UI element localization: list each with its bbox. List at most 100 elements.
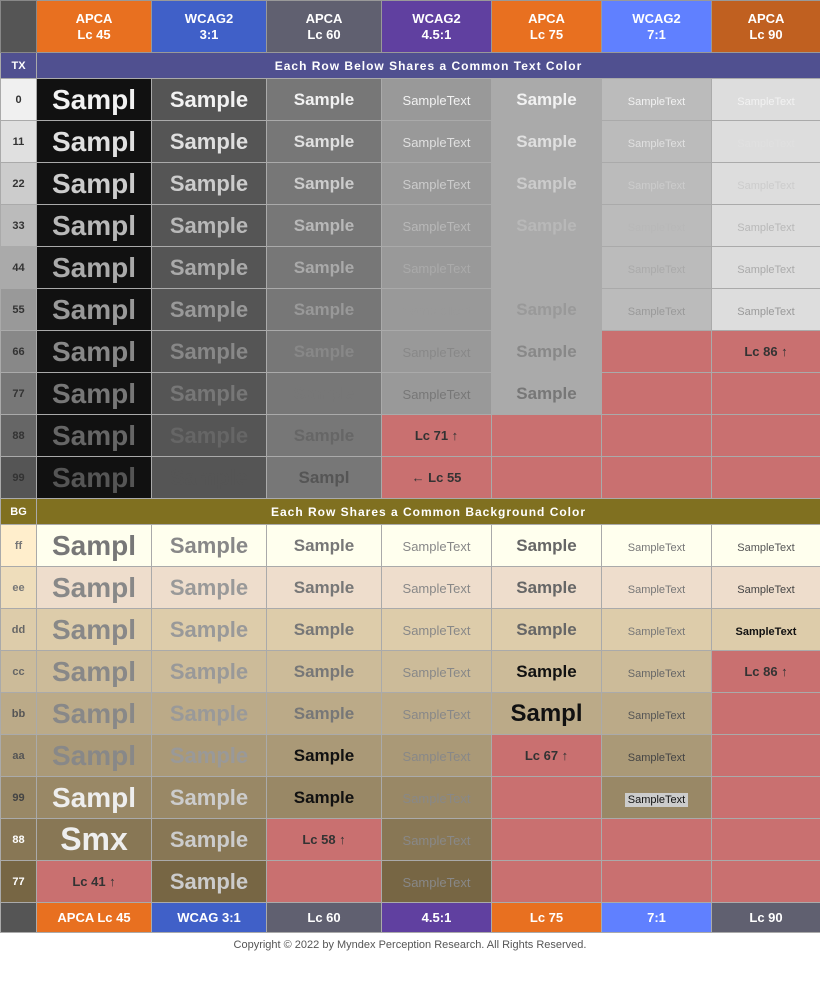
bg-bb-col5: Sampl (492, 693, 602, 735)
tx-55-col6: SampleText (602, 289, 712, 331)
tx-row-0-idx: 0 (1, 79, 37, 121)
tx-0-col5: Sample (492, 79, 602, 121)
tx-0-col4: SampleText (382, 79, 492, 121)
tx-33-col4: SampleText (382, 205, 492, 247)
bg-77-col2: Sample (152, 861, 267, 903)
tx-0-col7: SampleText (712, 79, 820, 121)
bg-ff-col1: Sampl (37, 525, 152, 567)
tx-row-44-idx: 44 (1, 247, 37, 289)
bg-ff-col3: Sample (267, 525, 382, 567)
tx-88-col4: Lc 71 ↑ (382, 415, 492, 457)
bg-bb-col6: SampleText (602, 693, 712, 735)
bg-99-col2: Sample (152, 777, 267, 819)
bg-row-bb-idx: bb (1, 693, 37, 735)
bg-row-cc-idx: cc (1, 651, 37, 693)
header-apca90: APCALc 90 (712, 1, 820, 53)
bg-row-aa-idx: aa (1, 735, 37, 777)
bg-ee-col4: SampleText (382, 567, 492, 609)
tx-33-col6: SampleText (602, 205, 712, 247)
bg-ee-col6: SampleText (602, 567, 712, 609)
tx-88-col6 (602, 415, 712, 457)
bg-aa-col5: Lc 67 ↑ (492, 735, 602, 777)
bg-bb-col2: Sample (152, 693, 267, 735)
tx-99-col5 (492, 457, 602, 499)
bg-77-col5 (492, 861, 602, 903)
bg-row-77-idx: 77 (1, 861, 37, 903)
bg-77-col4: SampleText (382, 861, 492, 903)
footer-71: 7:1 (602, 903, 712, 933)
tx-55-col1: Sampl (37, 289, 152, 331)
tx-77-col3: Sample (267, 373, 382, 415)
tx-55-col3: Sample (267, 289, 382, 331)
bg-99-col5 (492, 777, 602, 819)
bg-aa-col1: Sampl (37, 735, 152, 777)
bg-77-col6 (602, 861, 712, 903)
footer-lc60: Lc 60 (267, 903, 382, 933)
bg-ee-col2: Sample (152, 567, 267, 609)
tx-33-col3: Sample (267, 205, 382, 247)
tx-row-66-idx: 66 (1, 331, 37, 373)
bg-88-col3: Lc 58 ↑ (267, 819, 382, 861)
bg-99-col1: Sampl (37, 777, 152, 819)
bg-cc-col6: SampleText (602, 651, 712, 693)
copyright-text: Copyright © 2022 by Myndex Perception Re… (0, 933, 820, 955)
tx-77-col4: SampleText (382, 373, 492, 415)
bg-row-ff-idx: ff (1, 525, 37, 567)
footer-wcag31: WCAG 3:1 (152, 903, 267, 933)
bg-row-dd-idx: dd (1, 609, 37, 651)
bg-aa-col3: Sample (267, 735, 382, 777)
tx-99-col1: Sampl (37, 457, 152, 499)
tx-44-col2: Sample (152, 247, 267, 289)
tx-11-col1: Sampl (37, 121, 152, 163)
bg-ee-col3: Sample (267, 567, 382, 609)
bg-88-col7 (712, 819, 820, 861)
tx-11-col5: Sample (492, 121, 602, 163)
tx-11-col3: Sample (267, 121, 382, 163)
tx-label: TX (1, 53, 37, 79)
tx-77-col5: Sample (492, 373, 602, 415)
tx-99-col2: Sample (152, 457, 267, 499)
tx-row-33-idx: 33 (1, 205, 37, 247)
bg-bb-col4: SampleText (382, 693, 492, 735)
tx-66-col4: SampleText (382, 331, 492, 373)
bg-ff-col7: SampleText (712, 525, 820, 567)
tx-11-col2: Sample (152, 121, 267, 163)
bg-aa-col4: SampleText (382, 735, 492, 777)
tx-66-col1: Sampl (37, 331, 152, 373)
bg-dd-col4: SampleText (382, 609, 492, 651)
tx-88-col3: Sample (267, 415, 382, 457)
tx-99-col3: Sampl (267, 457, 382, 499)
tx-0-col6: SampleText (602, 79, 712, 121)
bg-cc-col2: Sample (152, 651, 267, 693)
tx-55-col5: Sample (492, 289, 602, 331)
tx-99-col4: ← Lc 55 (382, 457, 492, 499)
main-container: APCALc 45 WCAG23:1 APCALc 60 WCAG24.5:1 … (0, 0, 820, 955)
tx-row-11-idx: 11 (1, 121, 37, 163)
footer-corner (1, 903, 37, 933)
footer-45: 4.5:1 (382, 903, 492, 933)
bg-cc-col7: Lc 86 ↑ (712, 651, 820, 693)
bg-ee-col7: SampleText (712, 567, 820, 609)
tx-77-col2: Sample (152, 373, 267, 415)
bg-99-col3: Sample (267, 777, 382, 819)
tx-99-col7 (712, 457, 820, 499)
header-wcag245: WCAG24.5:1 (382, 1, 492, 53)
tx-99-col6 (602, 457, 712, 499)
footer-lc75: Lc 75 (492, 903, 602, 933)
tx-section-header: Each Row Below Shares a Common Text Colo… (37, 53, 820, 79)
footer-apca45: APCA Lc 45 (37, 903, 152, 933)
tx-22-col3: Sample (267, 163, 382, 205)
tx-33-col5: Sample (492, 205, 602, 247)
tx-22-col7: SampleText (712, 163, 820, 205)
bg-ff-col6: SampleText (602, 525, 712, 567)
tx-44-col7: SampleText (712, 247, 820, 289)
bg-label: BG (1, 499, 37, 525)
tx-55-col4: SampleText (382, 289, 492, 331)
tx-77-col1: Sampl (37, 373, 152, 415)
bg-dd-col3: Sample (267, 609, 382, 651)
bg-ee-col1: Sampl (37, 567, 152, 609)
tx-55-col7: SampleText (712, 289, 820, 331)
bg-ff-col5: Sample (492, 525, 602, 567)
bg-77-col3 (267, 861, 382, 903)
bg-99-col6: SampleText (602, 777, 712, 819)
